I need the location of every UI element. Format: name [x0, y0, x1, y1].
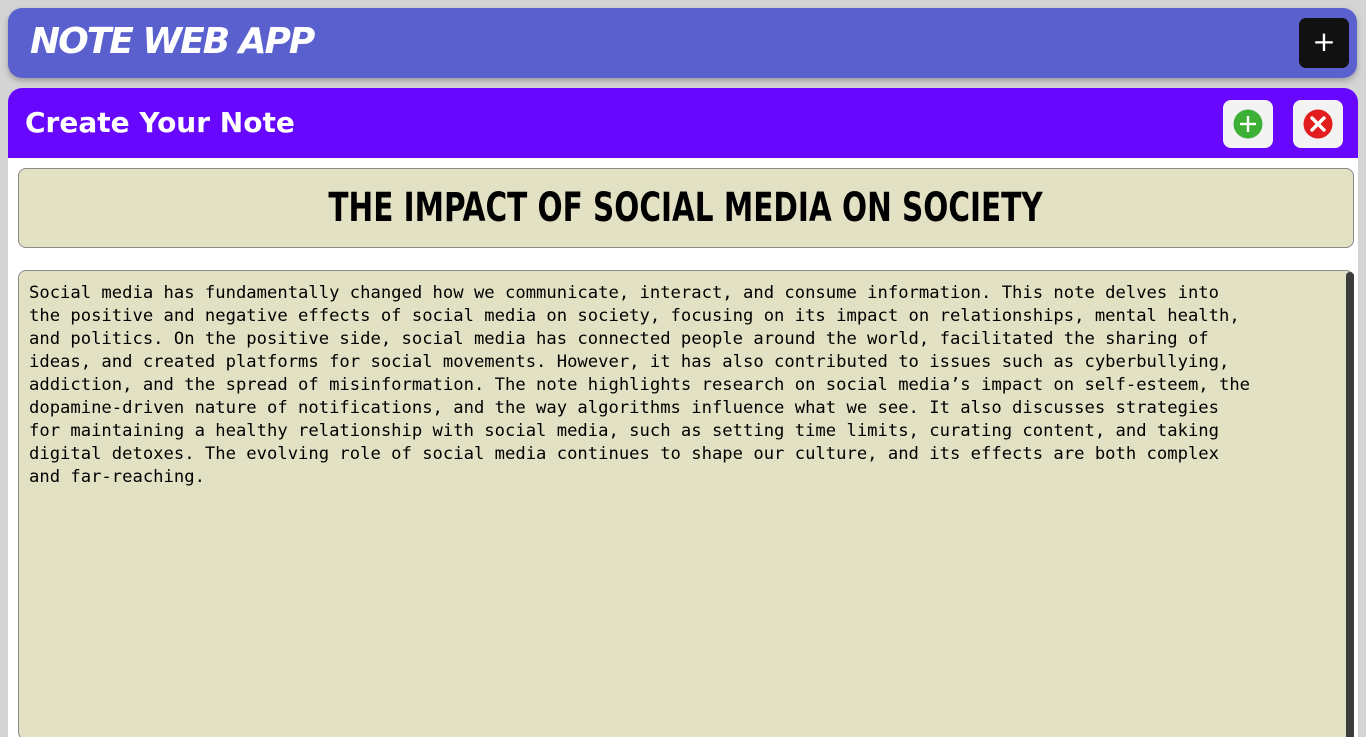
note-title-input[interactable]: THE IMPACT OF SOCIAL MEDIA ON SOCIETY — [18, 168, 1354, 248]
close-editor-button[interactable] — [1293, 100, 1343, 148]
app-header: NOTE WEB APP + — [8, 8, 1357, 78]
add-circle-icon — [1233, 109, 1263, 139]
note-body-textarea[interactable]: Social media has fundamentally changed h… — [18, 270, 1354, 737]
editor-title: Create Your Note — [25, 106, 295, 139]
editor-header: Create Your Note — [8, 88, 1358, 158]
new-note-button[interactable]: + — [1299, 18, 1349, 68]
note-editor-panel: Create Your Note THE IMPACT OF SOCIAL ME… — [8, 88, 1358, 737]
note-title-text: THE IMPACT OF SOCIAL MEDIA ON SOCIETY — [328, 185, 1044, 231]
note-body-scrollbar[interactable] — [1346, 272, 1354, 737]
save-note-button[interactable] — [1223, 100, 1273, 148]
close-circle-icon — [1303, 109, 1333, 139]
app-title: NOTE WEB APP — [30, 21, 315, 62]
